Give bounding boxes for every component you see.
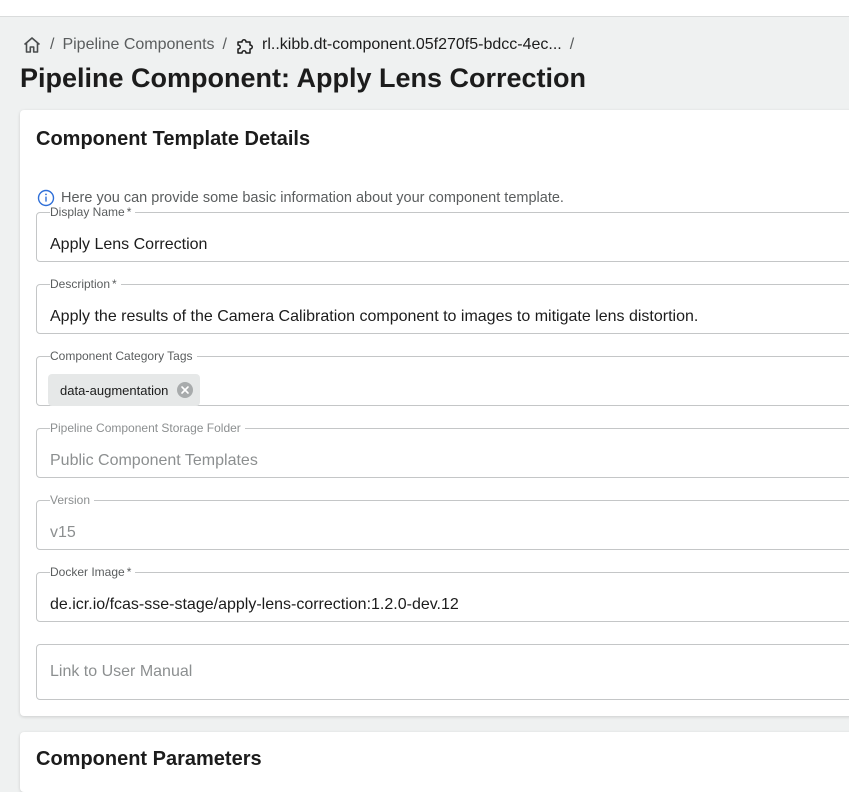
breadcrumb-pipeline-components[interactable]: Pipeline Components [62, 36, 214, 54]
user-manual-input[interactable]: Link to User Manual [36, 644, 849, 700]
version-value: v15 [50, 524, 76, 541]
component-template-details-card: Component Template Details Here you can … [20, 110, 849, 716]
version-label: Version [50, 493, 91, 507]
description-value[interactable]: Apply the results of the Camera Calibrat… [50, 308, 698, 326]
category-tags-label: Component Category Tags [50, 349, 193, 363]
puzzle-icon [235, 34, 257, 56]
breadcrumb-separator: / [569, 36, 575, 53]
top-bar [0, 0, 849, 17]
version-field: Version v15 [36, 494, 849, 550]
storage-folder-field: Pipeline Component Storage Folder Public… [36, 422, 849, 478]
breadcrumb-component-id[interactable]: rl..kibb.dt-component.05f270f5-bdcc-4ec.… [235, 34, 562, 56]
breadcrumb-separator: / [50, 36, 55, 53]
docker-image-label: Docker Image * [50, 565, 132, 579]
display-name-field[interactable]: Display Name * Apply Lens Correction [36, 206, 849, 262]
category-tags-field[interactable]: Component Category Tags data-augmentatio… [36, 350, 849, 406]
info-text: Here you can provide some basic informat… [61, 190, 564, 206]
section-title: Component Template Details [36, 128, 311, 150]
page-title: Pipeline Component: Apply Lens Correctio… [20, 63, 587, 93]
description-field[interactable]: Description * Apply the results of the Ca… [36, 278, 849, 334]
storage-folder-label: Pipeline Component Storage Folder [50, 421, 241, 435]
breadcrumb-component-label: rl..kibb.dt-component.05f270f5-bdcc-4ec.… [262, 36, 562, 53]
component-parameters-card: Component Parameters [20, 732, 849, 792]
breadcrumb: / Pipeline Components / rl..kibb.dt-comp… [22, 33, 582, 57]
tag-chip-label: data-augmentation [60, 382, 169, 398]
description-label: Description * [50, 277, 117, 291]
storage-folder-value: Public Component Templates [50, 452, 258, 469]
docker-image-field[interactable]: Docker Image * de.icr.io/fcas-sse-stage/a… [36, 566, 849, 622]
user-manual-placeholder: Link to User Manual [50, 663, 193, 680]
docker-image-value[interactable]: de.icr.io/fcas-sse-stage/apply-lens-corr… [50, 596, 459, 614]
breadcrumb-separator: / [222, 36, 227, 53]
parameters-section-title: Component Parameters [36, 748, 262, 770]
tag-chip[interactable]: data-augmentation [48, 374, 201, 406]
display-name-value[interactable]: Apply Lens Correction [50, 236, 207, 254]
remove-tag-icon[interactable] [176, 381, 194, 399]
display-name-label: Display Name * [50, 205, 132, 219]
home-icon[interactable] [22, 35, 42, 55]
